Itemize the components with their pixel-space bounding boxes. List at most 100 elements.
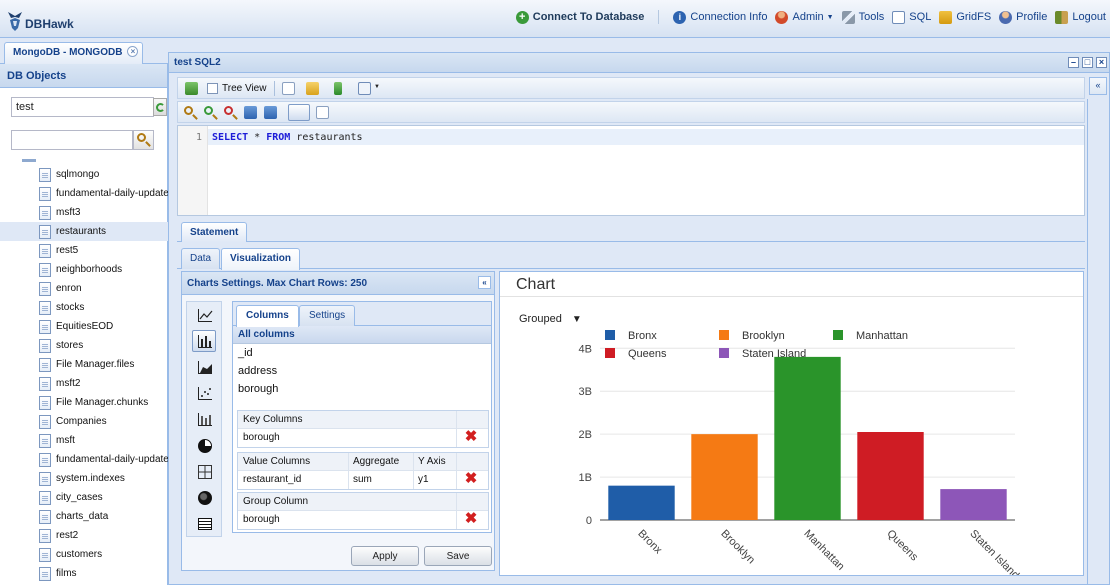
tree-item-collection[interactable]: system.indexes: [0, 469, 168, 488]
column-item[interactable]: borough: [233, 380, 491, 398]
bar-chart-button[interactable]: [192, 330, 216, 352]
gridfs-button[interactable]: GridFS: [939, 10, 991, 24]
tree-collapse-icon[interactable]: [22, 159, 36, 162]
format-caret-icon[interactable]: ▼: [374, 84, 380, 90]
object-filter-input[interactable]: [11, 130, 133, 150]
x-tick-label: Queens: [884, 528, 920, 564]
tree-item-collection[interactable]: rest5: [0, 241, 168, 260]
globe-chart-button[interactable]: [192, 486, 216, 508]
tree-view-checkbox[interactable]: [207, 83, 218, 94]
value-column-row[interactable]: restaurant_id sum y1 ✖: [238, 471, 488, 489]
tree-item-collection[interactable]: Companies: [0, 412, 168, 431]
tree-item-collection[interactable]: fundamental-daily-update: [0, 450, 168, 469]
column-item[interactable]: address: [233, 362, 491, 380]
connection-info-button[interactable]: i Connection Info: [673, 10, 768, 24]
tools-button[interactable]: Tools: [841, 10, 884, 24]
logout-label: Logout: [1072, 11, 1106, 23]
admin-menu[interactable]: Admin ▼: [775, 10, 834, 24]
logout-button[interactable]: Logout: [1055, 10, 1106, 24]
collapse-settings-icon[interactable]: «: [478, 276, 491, 289]
tree-item-collection[interactable]: sqlmongo: [0, 165, 168, 184]
profile-button[interactable]: Profile: [999, 10, 1047, 24]
replace-icon[interactable]: [244, 106, 257, 119]
line-number: 1: [196, 132, 203, 143]
new-document-icon[interactable]: [282, 82, 295, 95]
minimize-icon[interactable]: –: [1068, 57, 1079, 68]
tab-visualization[interactable]: Visualization: [221, 248, 300, 270]
find-next-icon[interactable]: [204, 106, 213, 115]
tree-item-collection[interactable]: rest2: [0, 526, 168, 545]
apply-button[interactable]: Apply: [351, 546, 419, 566]
column-divider: [456, 511, 457, 529]
tree-item-collection[interactable]: msft3: [0, 203, 168, 222]
tree-item-collection[interactable]: charts_data: [0, 507, 168, 526]
maximize-icon[interactable]: □: [1082, 57, 1093, 68]
tab-statement[interactable]: Statement: [181, 222, 248, 242]
tab-data[interactable]: Data: [181, 248, 221, 269]
x-tick-label: Bronx: [635, 528, 664, 557]
edit-pencil-icon[interactable]: [316, 106, 329, 119]
tree-item-collection[interactable]: File Manager.chunks: [0, 393, 168, 412]
tab-columns[interactable]: Columns: [236, 305, 299, 327]
expand-right-panel-icon[interactable]: «: [1089, 77, 1107, 95]
remove-key-column-icon[interactable]: ✖: [464, 429, 478, 444]
filter-search-button[interactable]: [133, 130, 154, 150]
tree-item-collection[interactable]: city_cases: [0, 488, 168, 507]
column-item[interactable]: _id: [233, 344, 491, 362]
tree-item-collection[interactable]: enron: [0, 279, 168, 298]
line-chart-button[interactable]: [192, 304, 216, 326]
tree-item-collection[interactable]: films: [0, 564, 168, 583]
tree-item-collection[interactable]: File Manager.files: [0, 355, 168, 374]
remove-value-column-icon[interactable]: ✖: [464, 471, 478, 486]
tree-item-collection[interactable]: stores: [0, 336, 168, 355]
sql-editor[interactable]: 1 SELECT * FROM restaurants: [177, 125, 1085, 216]
tree-item-collection[interactable]: neighborhoods: [0, 260, 168, 279]
pie-chart-icon: [198, 439, 212, 453]
map-chart-button[interactable]: [192, 460, 216, 482]
close-tab-icon[interactable]: ×: [127, 46, 139, 57]
plus-circle-icon: +: [515, 10, 529, 24]
tree-item-collection[interactable]: msft2: [0, 374, 168, 393]
close-icon[interactable]: ×: [1096, 57, 1107, 68]
replace-all-icon[interactable]: [264, 106, 277, 119]
remove-group-column-icon[interactable]: ✖: [464, 511, 478, 526]
tab-mongodb-connection[interactable]: MongoDB - MONGODB ×: [4, 42, 144, 64]
key-column-row[interactable]: borough ✖: [238, 429, 488, 447]
database-refresh-button[interactable]: [153, 98, 167, 116]
export-up-arrow-icon[interactable]: [334, 82, 342, 95]
tree-item-label: neighborhoods: [56, 264, 123, 275]
group-column-row[interactable]: borough ✖: [238, 511, 488, 529]
area-chart-button[interactable]: [192, 356, 216, 378]
connect-to-database-button[interactable]: + Connect To Database: [515, 10, 644, 24]
word-wrap-icon[interactable]: [288, 104, 310, 121]
tree-item-collection[interactable]: stocks: [0, 298, 168, 317]
sql-button[interactable]: SQL: [892, 10, 931, 24]
y-axis-value[interactable]: y1: [418, 474, 429, 485]
sql-code-line[interactable]: SELECT * FROM restaurants: [208, 129, 1084, 145]
tree-item-collection[interactable]: customers: [0, 545, 168, 564]
app-logo[interactable]: DBHawk: [6, 6, 74, 32]
database-select[interactable]: test: [11, 97, 154, 117]
tree-item-collection[interactable]: EquitiesEOD: [0, 317, 168, 336]
connection-info-label: Connection Info: [690, 11, 768, 23]
pie-chart-button[interactable]: [192, 434, 216, 456]
sql-keyword: SELECT: [212, 132, 249, 143]
collection-document-icon: [39, 471, 51, 486]
find-previous-icon[interactable]: [224, 106, 233, 115]
tree-item-collection[interactable]: restaurants: [0, 222, 168, 241]
scatter-chart-button[interactable]: [192, 382, 216, 404]
tree-item-collection[interactable]: msft: [0, 431, 168, 450]
stacked-bar-chart-button[interactable]: [192, 408, 216, 430]
tree-item-label: customers: [56, 549, 103, 560]
format-menu-icon[interactable]: [358, 82, 371, 95]
table-view-button[interactable]: [192, 512, 216, 534]
tab-settings[interactable]: Settings: [299, 305, 356, 326]
tree-item-collection[interactable]: fundamental-daily-update: [0, 184, 168, 203]
group-column-group: Group Column borough ✖: [237, 492, 489, 530]
run-query-icon[interactable]: [185, 82, 198, 95]
save-button[interactable]: Save: [424, 546, 492, 566]
aggregate-value[interactable]: sum: [353, 474, 372, 485]
value-column-name: restaurant_id: [243, 474, 302, 485]
open-folder-icon[interactable]: [306, 82, 319, 95]
find-icon[interactable]: [184, 106, 193, 115]
